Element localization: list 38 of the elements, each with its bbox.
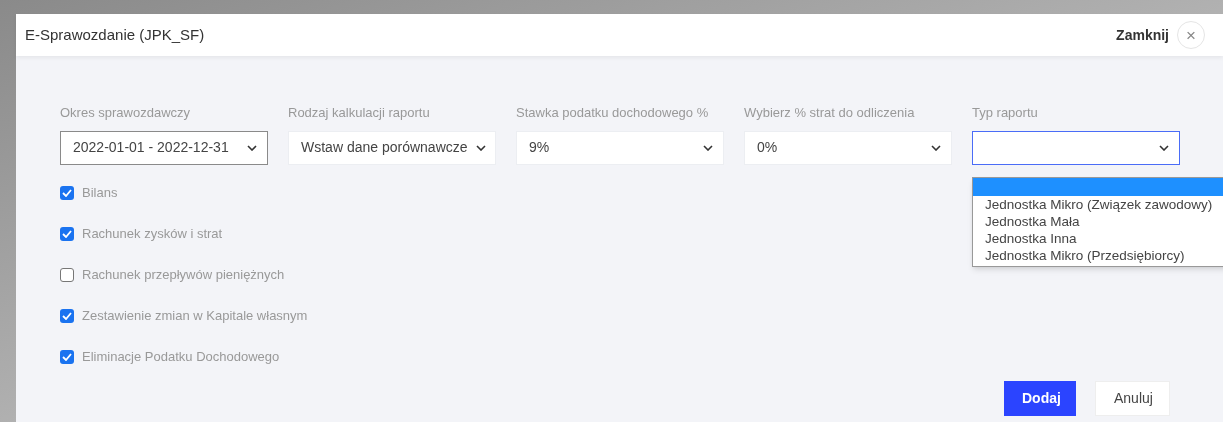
select-field[interactable]: 9%	[516, 130, 724, 165]
chevron-down-icon	[703, 144, 713, 151]
checkbox[interactable]	[60, 309, 74, 323]
dropdown-option[interactable]: Jednostka Mikro (Przedsiębiorcy)	[973, 247, 1223, 264]
chevron-down-icon	[1159, 144, 1169, 151]
checkbox-label: Rachunek zysków i strat	[82, 225, 223, 244]
add-button[interactable]: Dodaj	[1004, 381, 1076, 416]
chevron-down-icon	[247, 144, 257, 151]
checkbox-label: Eliminacje Podatku Dochodowego	[82, 348, 280, 367]
chevron-down-icon	[931, 144, 941, 151]
close-button[interactable]: ×	[1177, 21, 1205, 49]
select-field[interactable]: Wstaw dane porównawcze	[288, 130, 496, 165]
dropdown-option[interactable]: Jednostka Inna	[973, 230, 1223, 247]
select-field[interactable]	[972, 130, 1180, 165]
checkmark-icon	[62, 230, 72, 238]
checkmark-icon	[62, 312, 72, 320]
checkbox-label: Bilans	[82, 184, 118, 203]
field-label: Typ raportu	[972, 104, 1039, 122]
field-label: Okres sprawozdawczy	[60, 104, 192, 122]
dropdown-option[interactable]: Jednostka Mikro (Związek zawodowy)	[973, 196, 1223, 213]
checkbox[interactable]	[60, 186, 74, 200]
checkbox[interactable]	[60, 227, 74, 241]
field-label: Wybierz % strat do odliczenia	[744, 104, 916, 122]
checkbox-label: Rachunek przepływów pieniężnych	[82, 266, 285, 285]
cancel-button[interactable]: Anuluj	[1095, 381, 1170, 416]
checkbox[interactable]	[60, 268, 74, 282]
chevron-down-icon	[475, 144, 486, 151]
checkmark-icon	[62, 353, 72, 361]
checkbox[interactable]	[60, 350, 74, 364]
dialog-title: E-Sprawozdanie (JPK_SF)	[25, 24, 205, 45]
field-label: Rodzaj kalkulacji raportu	[288, 104, 431, 122]
checkmark-icon	[62, 189, 72, 197]
close-label: Zamknij	[1116, 25, 1169, 45]
select-field[interactable]: 2022-01-01 - 2022-12-31	[60, 130, 268, 165]
dropdown-option[interactable]: Jednostka Mała	[973, 213, 1223, 230]
checkbox-label: Zestawienie zmian w Kapitale własnym	[82, 307, 308, 326]
select-field[interactable]: 0%	[744, 130, 952, 165]
field-label: Stawka podatku dochodowego %	[516, 104, 710, 122]
